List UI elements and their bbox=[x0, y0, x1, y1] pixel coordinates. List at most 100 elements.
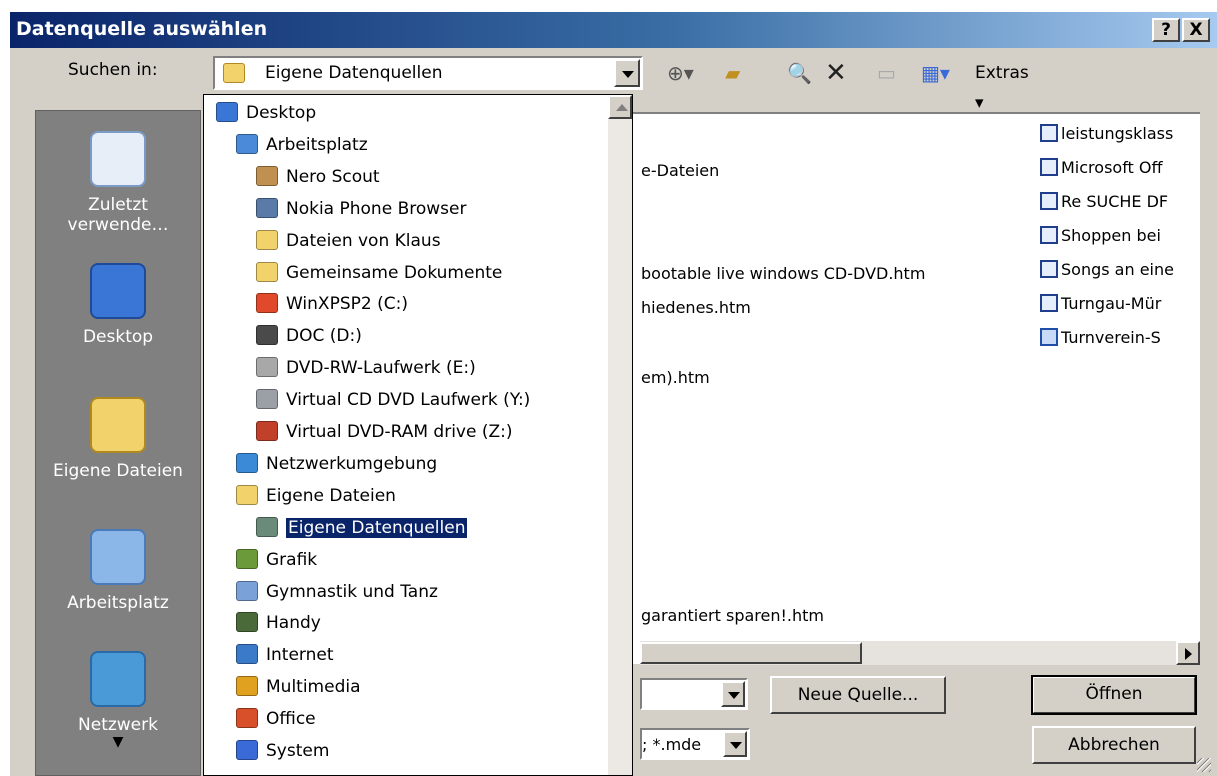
dropdown-item-label: Eigene Dateien bbox=[266, 485, 396, 506]
filetype-select[interactable]: ; *.mde bbox=[640, 728, 750, 760]
file-item[interactable]: Songs an eine bbox=[1040, 260, 1200, 279]
horizontal-scrollbar[interactable] bbox=[640, 641, 1200, 665]
dropdown-item[interactable]: Virtual CD DVD Laufwerk (Y:) bbox=[256, 385, 530, 415]
dropdown-item[interactable]: Office bbox=[236, 704, 316, 734]
dropdown-item[interactable]: Gemeinsame Dokumente bbox=[256, 258, 502, 288]
computer-icon bbox=[236, 133, 258, 154]
dropdown-item-label: Office bbox=[266, 709, 316, 730]
dropdown-item-label: DOC (D:) bbox=[286, 326, 362, 347]
close-button[interactable]: X bbox=[1182, 18, 1210, 42]
open-button[interactable]: Öffnen bbox=[1031, 675, 1197, 715]
dropdown-item-label: Eigene Datenquellen bbox=[284, 516, 469, 539]
dropdown-item-label: Arbeitsplatz bbox=[266, 134, 368, 155]
extras-menu[interactable]: Extras ▾ bbox=[975, 58, 1029, 113]
file-item[interactable]: e-Dateien bbox=[641, 161, 719, 180]
desktop-icon bbox=[90, 263, 146, 319]
dropdown-item[interactable]: Eigene Dateien bbox=[236, 481, 396, 511]
scroll-right-button[interactable] bbox=[1176, 641, 1200, 665]
folder-icon bbox=[256, 261, 278, 282]
file-name: Turngau-Mür bbox=[1061, 294, 1162, 313]
dropdown-item[interactable]: System bbox=[236, 736, 329, 766]
place-my-computer[interactable]: Arbeitsplatz bbox=[36, 529, 200, 613]
place-my-documents[interactable]: Eigene Dateien bbox=[36, 397, 200, 481]
cancel-button[interactable]: Abbrechen bbox=[1032, 726, 1196, 764]
place-recent[interactable]: Zuletzt verwende… bbox=[36, 131, 200, 235]
file-item[interactable]: bootable live windows CD-DVD.htm bbox=[641, 264, 925, 283]
network-icon bbox=[90, 651, 146, 707]
chevron-down-icon bbox=[728, 692, 740, 699]
dropdown-item-label: Grafik bbox=[266, 549, 318, 570]
place-network[interactable]: Netzwerk ▼ bbox=[36, 651, 200, 749]
file-item[interactable]: garantiert sparen!.htm bbox=[641, 606, 824, 625]
lookin-dropdown-button[interactable] bbox=[614, 59, 640, 87]
views-icon[interactable]: ▦▾ bbox=[921, 58, 950, 88]
file-item[interactable]: em).htm bbox=[641, 368, 710, 387]
dropdown-vertical-scrollbar[interactable] bbox=[608, 95, 632, 775]
place-label: Netzwerk bbox=[78, 715, 158, 735]
file-name: Shoppen bei bbox=[1061, 226, 1161, 245]
dropdown-item[interactable]: Gymnastik und Tanz bbox=[236, 577, 438, 607]
dropdown-item[interactable]: Multimedia bbox=[236, 672, 361, 702]
dropdown-item[interactable]: DVD-RW-Laufwerk (E:) bbox=[256, 353, 476, 383]
computer-icon bbox=[90, 529, 146, 585]
dropdown-item-label: WinXPSP2 (C:) bbox=[286, 294, 408, 315]
filename-input[interactable] bbox=[640, 678, 748, 710]
dropdown-item[interactable]: Nero Scout bbox=[256, 162, 380, 192]
file-item[interactable]: leistungsklass bbox=[1040, 124, 1200, 143]
file-item[interactable]: Re SUCHE DF bbox=[1040, 192, 1200, 211]
dropdown-item-label: Nokia Phone Browser bbox=[286, 198, 467, 219]
internet-icon bbox=[236, 644, 258, 665]
delete-icon[interactable]: ✕ bbox=[825, 58, 847, 88]
recent-documents-icon bbox=[90, 131, 146, 187]
scroll-down-icon[interactable]: ▼ bbox=[36, 735, 200, 749]
file-item[interactable]: Turnverein-S bbox=[1040, 328, 1200, 347]
dropdown-item-label: Internet bbox=[266, 645, 334, 666]
dropdown-item-label: Netzwerkumgebung bbox=[266, 453, 438, 474]
dropdown-item-label: Nero Scout bbox=[286, 166, 380, 187]
datasource-folder-icon bbox=[223, 63, 245, 83]
dropdown-item[interactable]: Netzwerkumgebung bbox=[236, 449, 437, 479]
file-item[interactable]: Turngau-Mür bbox=[1040, 294, 1200, 313]
search-web-icon[interactable]: 🔍 bbox=[787, 58, 812, 88]
dropdown-item[interactable]: Dateien von Klaus bbox=[256, 226, 441, 256]
place-desktop[interactable]: Desktop bbox=[36, 263, 200, 347]
dropdown-item[interactable]: WinXPSP2 (C:) bbox=[256, 289, 408, 319]
up-folder-icon[interactable]: ▰ bbox=[725, 58, 740, 88]
system-icon bbox=[236, 740, 258, 760]
dropdown-item[interactable]: Nokia Phone Browser bbox=[256, 194, 466, 224]
dropdown-item[interactable]: Handy bbox=[236, 608, 321, 638]
dropdown-item[interactable]: Eigene Datenquellen bbox=[256, 513, 469, 543]
lookin-combobox[interactable]: Eigene Datenquellen bbox=[213, 56, 643, 90]
place-label: Zuletzt verwende… bbox=[67, 195, 169, 235]
dropdown-item[interactable]: Arbeitsplatz bbox=[236, 130, 368, 160]
word-file-icon bbox=[1040, 328, 1058, 346]
scrollbar-thumb[interactable] bbox=[640, 642, 862, 664]
dvd-ram-icon bbox=[256, 421, 278, 441]
lookin-dropdown-list[interactable]: Desktop Arbeitsplatz Nero Scout Nokia Phone… bbox=[203, 94, 633, 776]
filename-dropdown-button[interactable] bbox=[721, 681, 745, 707]
new-folder-icon[interactable]: ▭ bbox=[877, 58, 896, 88]
dropdown-item[interactable]: Desktop bbox=[216, 98, 316, 128]
filetype-dropdown-button[interactable] bbox=[723, 731, 747, 757]
chevron-right-icon bbox=[1185, 648, 1192, 660]
dropdown-item[interactable]: Grafik bbox=[236, 545, 317, 575]
image-folder-icon bbox=[236, 580, 258, 601]
scroll-up-button[interactable] bbox=[608, 95, 632, 119]
file-item[interactable]: Shoppen bei bbox=[1040, 226, 1200, 245]
extras-label: Extras bbox=[975, 63, 1029, 83]
file-name: leistungsklass bbox=[1061, 124, 1174, 143]
back-icon[interactable]: ⊕▾ bbox=[667, 58, 694, 88]
graphics-icon bbox=[236, 548, 258, 569]
dropdown-item[interactable]: Virtual DVD-RAM drive (Z:) bbox=[256, 417, 513, 447]
my-documents-icon bbox=[236, 484, 258, 505]
help-button[interactable]: ? bbox=[1152, 18, 1180, 42]
file-item[interactable]: Microsoft Off bbox=[1040, 158, 1200, 177]
new-source-button[interactable]: Neue Quelle... bbox=[770, 676, 946, 714]
place-label: Arbeitsplatz bbox=[67, 593, 169, 613]
file-item[interactable]: hiedenes.htm bbox=[641, 298, 751, 317]
dropdown-item-label: System bbox=[266, 741, 330, 761]
dropdown-item[interactable]: Internet bbox=[236, 640, 334, 670]
resize-grip-icon[interactable] bbox=[1197, 758, 1211, 772]
dropdown-item[interactable]: DOC (D:) bbox=[256, 321, 362, 351]
lookin-value: Eigene Datenquellen bbox=[265, 63, 443, 83]
